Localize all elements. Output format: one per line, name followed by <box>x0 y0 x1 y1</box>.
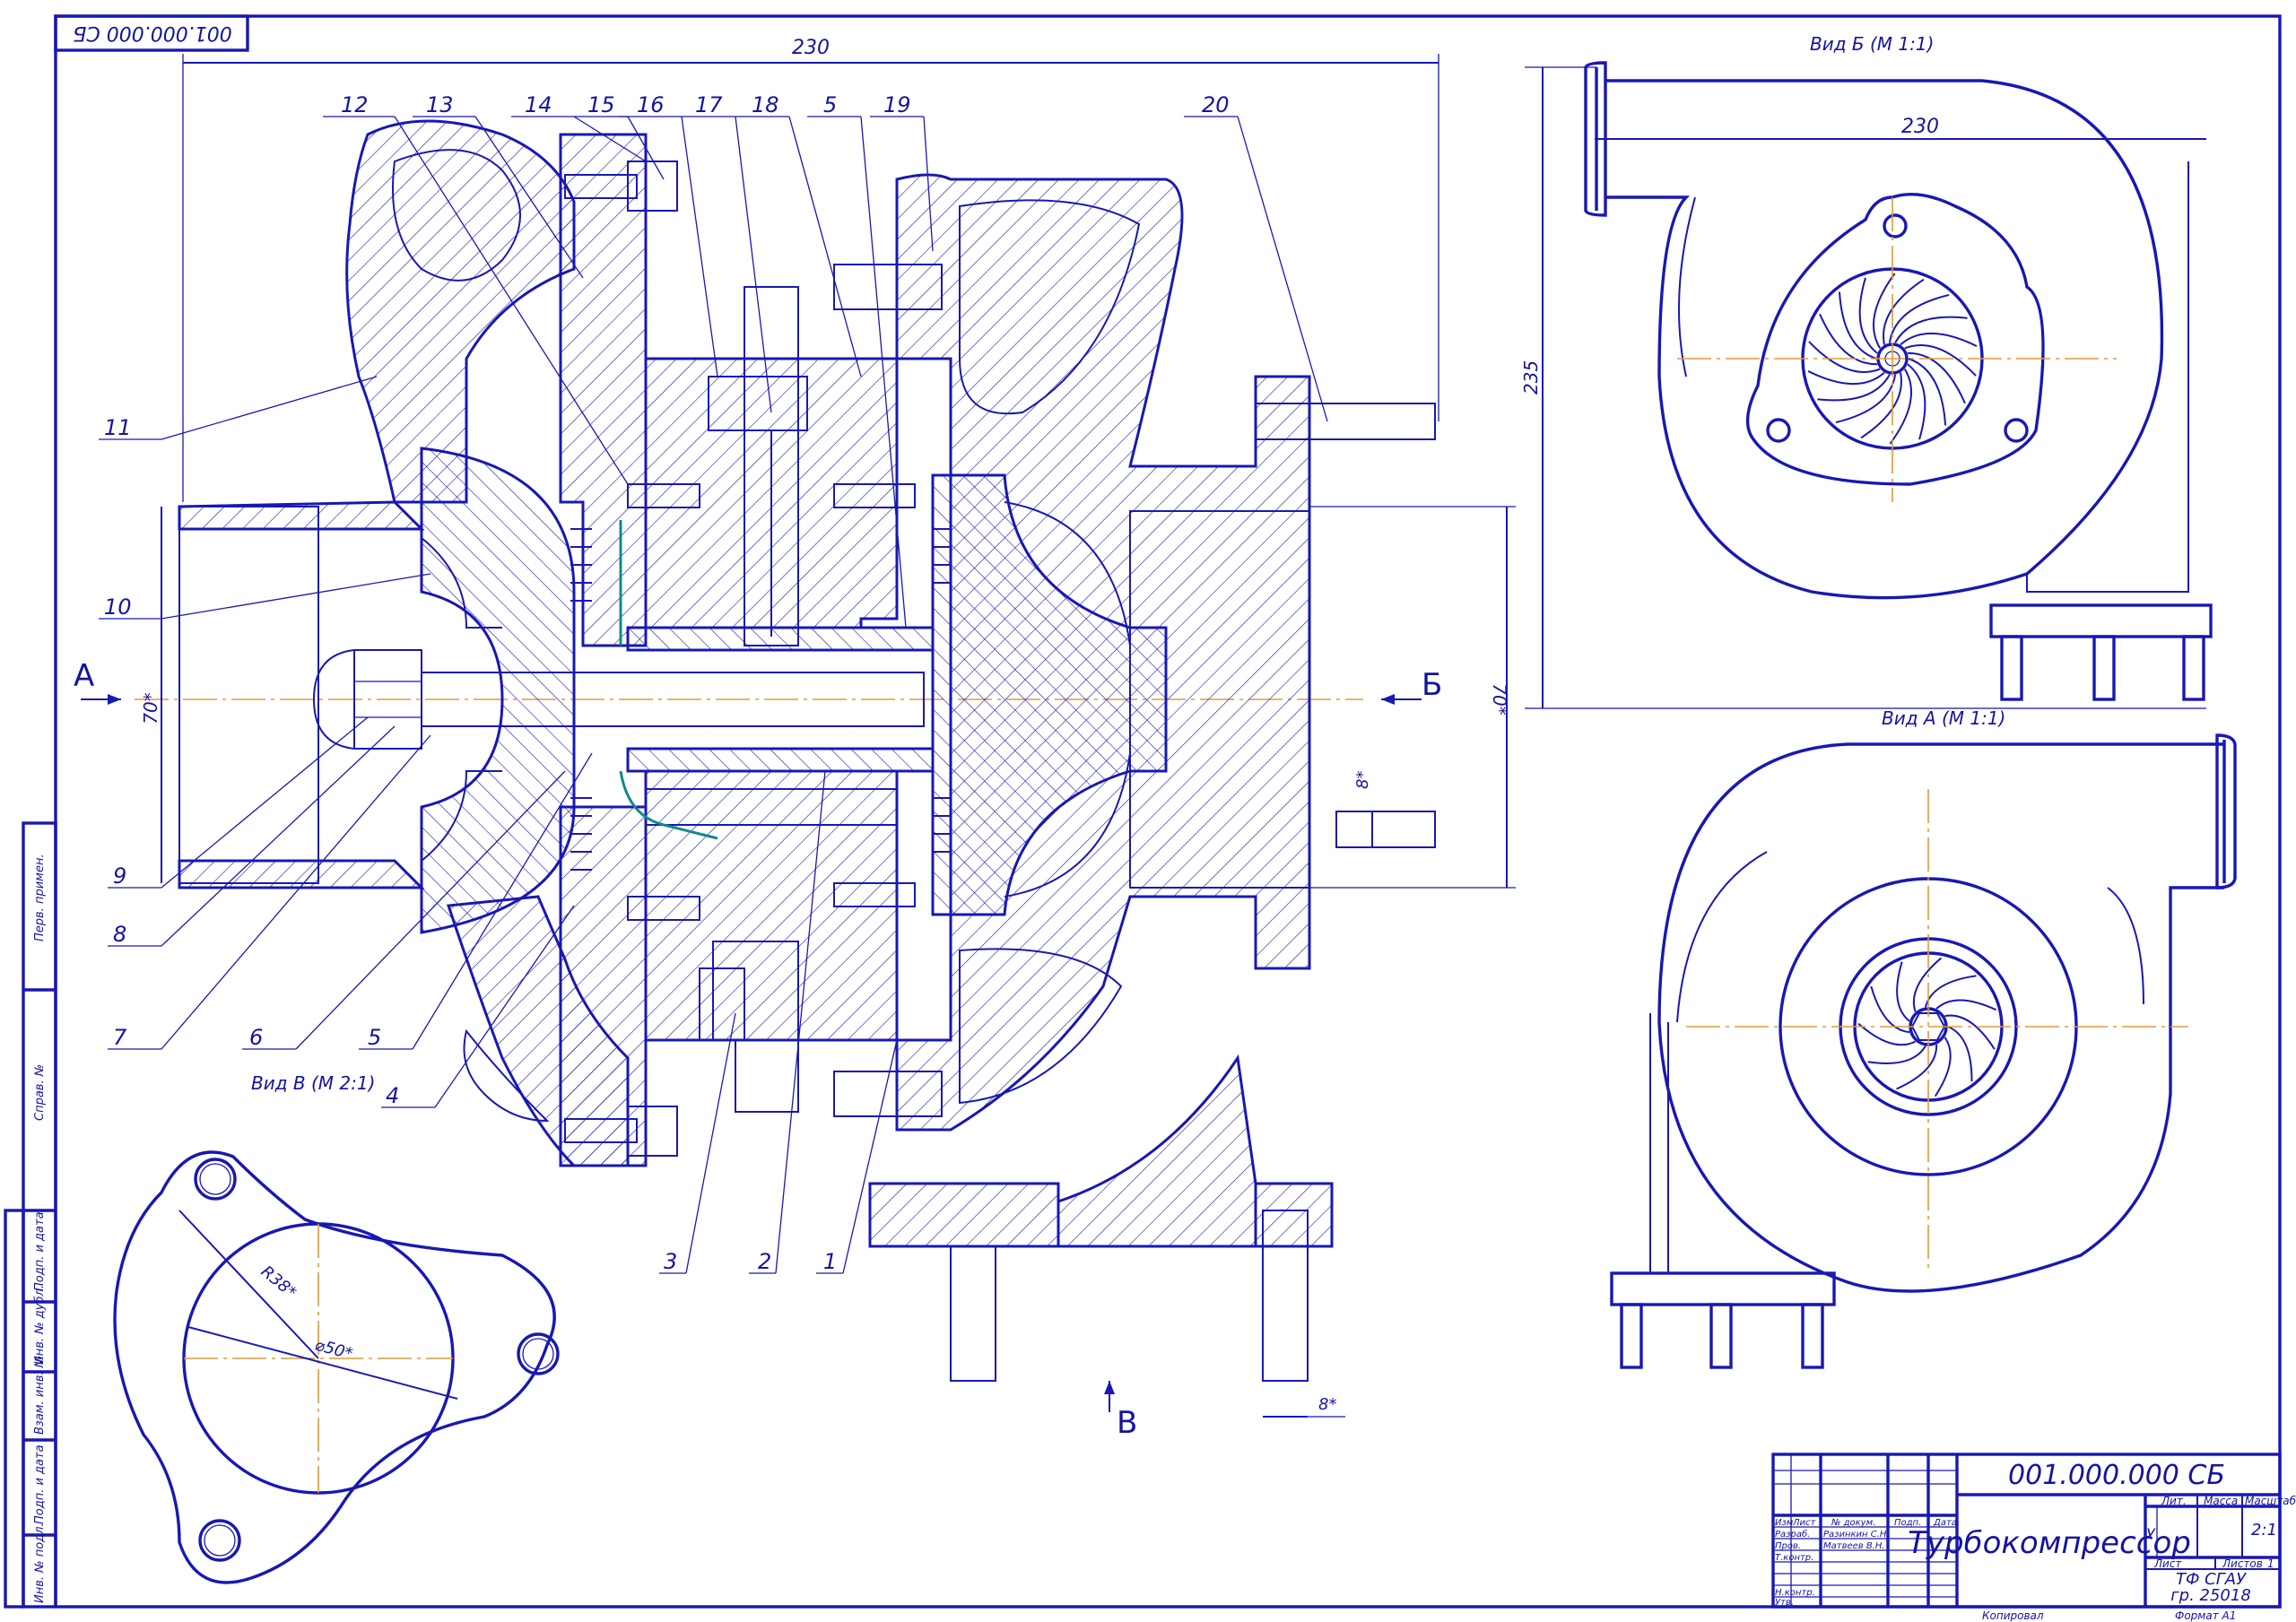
mass-label: Масса <box>2204 1495 2238 1507</box>
callout-4: 4 <box>386 1083 399 1108</box>
scale-label: Масштаб <box>2245 1495 2296 1507</box>
impeller-blade <box>1894 316 1968 343</box>
role-3: Н.контр. <box>1775 1588 1815 1598</box>
callout-19: 19 <box>883 92 911 117</box>
lit-value: У <box>2146 1525 2156 1542</box>
impeller-blade <box>1896 1044 1938 1090</box>
dim-230-top: 230 <box>792 37 830 59</box>
strip-label-6: Инв. № подл. <box>33 1522 47 1603</box>
main-section-view: 230 70* 70* 8* 8* А Б В <box>74 37 1516 1441</box>
impeller-blade <box>1908 358 1947 426</box>
org-line2: гр. 25018 <box>2170 1586 2251 1605</box>
callout-20: 20 <box>1202 92 1230 117</box>
copied-label: Копировал <box>1982 1609 2044 1622</box>
dim-70-left: 70* <box>140 692 161 724</box>
sheets-label: Листов <box>2222 1557 2263 1570</box>
callout-10: 10 <box>104 594 132 620</box>
view-a-title: Вид А (М 1:1) <box>1882 707 2005 729</box>
sheets-value: 1 <box>2267 1557 2274 1570</box>
role-1: Пров. <box>1775 1541 1801 1551</box>
impeller-blade <box>1896 961 1910 1022</box>
callout-12: 12 <box>341 92 369 117</box>
hdr-ndoc: № докум. <box>1831 1518 1875 1528</box>
section-mark-v: В <box>1117 1405 1137 1441</box>
dim-r38: R38* <box>257 1262 300 1303</box>
impeller-blade <box>1838 291 1877 360</box>
impeller-blade <box>1900 332 1978 347</box>
impeller-blade <box>1944 1014 1996 1050</box>
dim-230-view-b: 230 <box>1901 116 1939 138</box>
strip-label-5: Подп. и дата <box>33 1444 47 1524</box>
callout-6: 6 <box>249 1025 263 1050</box>
callout-1: 1 <box>823 1249 837 1274</box>
hdr-data: Дата <box>1933 1518 1957 1528</box>
dim-235: 235 <box>1520 360 1542 395</box>
dim-8-stud-b: 8* <box>1318 1395 1336 1414</box>
view-v-flange: Вид В (М 2:1) R38* ⌀50* <box>113 1072 560 1584</box>
callout-7: 7 <box>113 1025 127 1050</box>
title-doc-number: 001.000.000 СБ <box>2008 1460 2225 1491</box>
hdr-list: Лист <box>1792 1518 1817 1528</box>
impeller-blade <box>1817 374 1891 402</box>
strip-label-1: Справ. № <box>33 1064 47 1121</box>
callout-15: 15 <box>587 92 615 117</box>
callout-16: 16 <box>637 92 665 117</box>
callout-8: 8 <box>113 922 126 947</box>
callout-17: 17 <box>695 92 723 117</box>
callout-3: 3 <box>664 1249 677 1274</box>
view-a: Вид А (М 1:1) <box>1610 707 2237 1369</box>
section-mark-b: Б <box>1422 667 1442 703</box>
callout-11: 11 <box>104 415 132 440</box>
section-mark-a: А <box>74 658 94 694</box>
dim-d50: ⌀50* <box>313 1336 355 1364</box>
hdr-podp: Подп. <box>1894 1518 1921 1528</box>
dim-70-right: 70* <box>1489 683 1510 715</box>
title-block: 001.000.000 СБ Турбокомпрессор Изм Лист … <box>1771 1453 2296 1622</box>
strip-label-4: Взам. инв. № <box>33 1356 47 1435</box>
role-0-name: Разинкин С.Н. <box>1823 1530 1890 1540</box>
view-b-title: Вид Б (М 1:1) <box>1810 33 1934 55</box>
impeller-blade <box>1934 1037 1952 1097</box>
strip-label-0: Перв. примен. <box>33 854 47 941</box>
callout-14: 14 <box>525 92 552 117</box>
hdr-izm: Изм <box>1775 1518 1794 1528</box>
impeller-blade <box>1807 370 1885 386</box>
impeller-blade <box>1924 975 1977 1008</box>
left-side-strip: Перв. примен. Справ. № Подп. и дата Инв.… <box>4 821 57 1609</box>
dim-8-stud-a: 8* <box>1353 771 1372 789</box>
scale-value: 2:1 <box>2251 1521 2277 1540</box>
sheet-label: Лист <box>2153 1557 2182 1570</box>
top-stamp-text: 001.000.000 СБ <box>73 22 231 44</box>
view-b: Вид Б (М 1:1) 230 235 <box>1520 33 2213 709</box>
role-4: Утв. <box>1775 1598 1794 1608</box>
callout-2: 2 <box>758 1249 771 1274</box>
impeller-blade <box>1870 985 1910 1034</box>
top-stamp-box: 001.000.000 СБ <box>54 14 249 52</box>
callout-5-top: 5 <box>823 92 837 117</box>
impeller-blade <box>1867 1045 1926 1064</box>
impeller-blade <box>1947 1026 1973 1082</box>
callout-5-bottom: 5 <box>368 1025 381 1050</box>
impeller-blade <box>1907 351 1966 404</box>
strip-label-3: Инв. № дубл. <box>33 1285 47 1365</box>
strip-label-2: Подп. и дата <box>33 1211 47 1291</box>
impeller-blade <box>1819 313 1878 366</box>
assembly-drawing-sheet: 001.000.000 СБ Перв. примен. Справ. № По… <box>4 14 2296 1622</box>
callout-9: 9 <box>113 863 126 889</box>
format-label: Формат А1 <box>2175 1609 2236 1622</box>
role-0: Разраб. <box>1775 1529 1810 1540</box>
impeller-blade <box>1935 999 1997 1011</box>
role-2: Т.контр. <box>1775 1553 1813 1563</box>
callout-13: 13 <box>426 92 454 117</box>
callout-18: 18 <box>752 92 779 117</box>
role-1-name: Матвеев В.Н. <box>1823 1541 1885 1551</box>
view-v-title: Вид В (М 2:1) <box>251 1072 375 1094</box>
lit-label: Лит. <box>2161 1495 2187 1507</box>
